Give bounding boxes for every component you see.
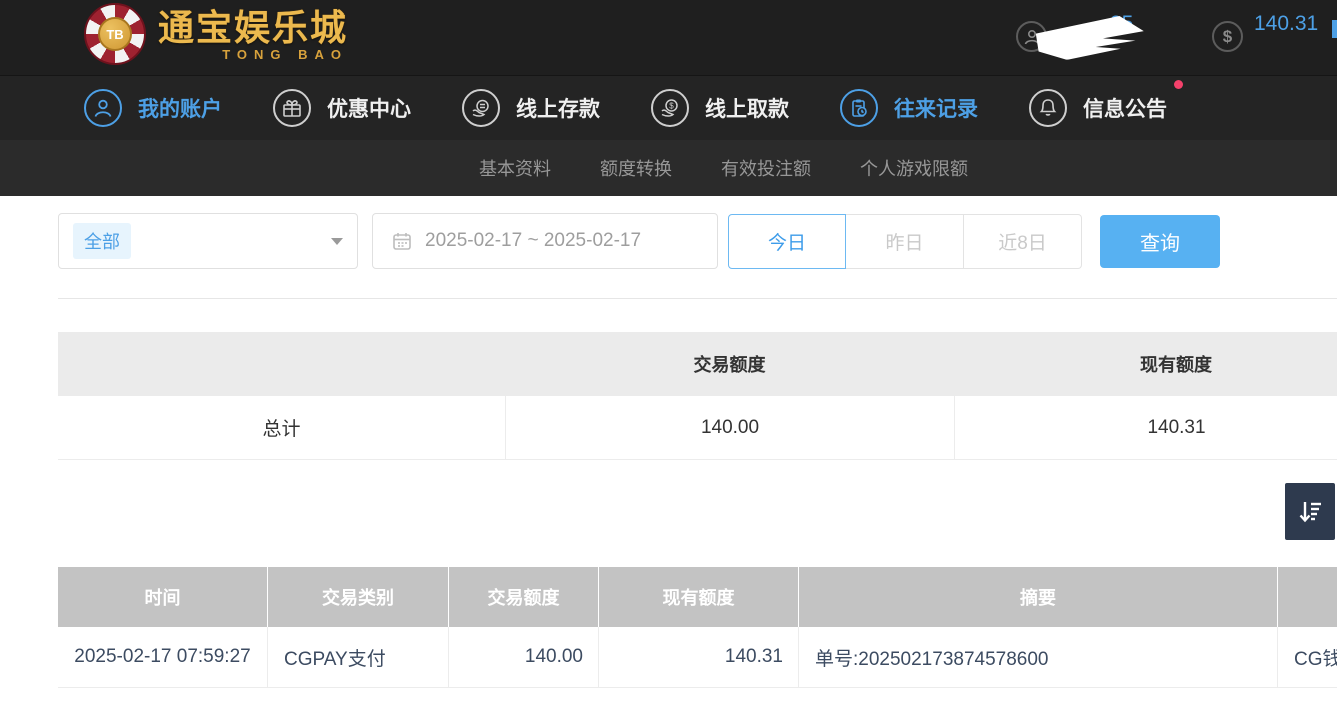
top-header: TB 通宝娱乐城 TONG BAO 25 $ 140.31 bbox=[0, 0, 1337, 75]
quick-range-group: 今日 昨日 近8日 bbox=[728, 214, 1082, 269]
chip-monogram: TB bbox=[98, 17, 132, 51]
th-summary: 摘要 bbox=[798, 567, 1277, 627]
bell-icon bbox=[1029, 89, 1067, 127]
clipboard-clock-icon bbox=[840, 89, 878, 127]
transactions-table: 时间 交易类别 交易额度 现有额度 摘要 备注 2025-02-17 07:59… bbox=[58, 567, 1337, 688]
cell-time: 2025-02-17 07:59:27 bbox=[58, 627, 267, 687]
summary-total-label: 总计 bbox=[58, 396, 505, 459]
cell-summary: 单号:202502173874578600 bbox=[798, 627, 1277, 687]
person-icon bbox=[84, 89, 122, 127]
redaction-scribble bbox=[1035, 15, 1144, 61]
summary-table: 交易额度 现有额度 总计 140.00 140.31 bbox=[58, 332, 1337, 460]
calendar-icon bbox=[391, 230, 413, 252]
nav-item-my-account[interactable]: 我的账户 bbox=[84, 89, 222, 127]
account-subnav: 基本资料 额度转换 有效投注额 个人游戏限额 bbox=[0, 140, 1337, 196]
th-current-amount: 现有额度 bbox=[598, 567, 798, 627]
sort-descending-icon bbox=[1296, 498, 1324, 526]
clipped-text-fragment bbox=[1332, 20, 1337, 38]
chevron-down-icon bbox=[331, 238, 343, 245]
subnav-item-credit-transfer[interactable]: 额度转换 bbox=[600, 155, 672, 181]
cell-trade-amount: 140.00 bbox=[448, 627, 598, 687]
cell-type: CGPAY支付 bbox=[267, 627, 448, 687]
subnav-item-valid-bets[interactable]: 有效投注额 bbox=[721, 155, 811, 181]
summary-header-current-amount: 现有额度 bbox=[954, 332, 1337, 396]
main-navbar: 我的账户 优惠中心 线上存款 bbox=[0, 75, 1337, 140]
nav-item-promotions[interactable]: 优惠中心 bbox=[273, 89, 411, 127]
svg-text:$: $ bbox=[669, 101, 674, 110]
date-range-value: 2025-02-17 ~ 2025-02-17 bbox=[425, 230, 641, 252]
transaction-type-select[interactable]: 全部 bbox=[58, 213, 358, 269]
site-title: 通宝娱乐城 bbox=[158, 8, 348, 48]
nav-item-online-withdraw[interactable]: $ 线上取款 bbox=[651, 89, 789, 127]
summary-total-row: 总计 140.00 140.31 bbox=[58, 396, 1337, 460]
logo-text: 通宝娱乐城 TONG BAO bbox=[158, 8, 348, 61]
range-button-today[interactable]: 今日 bbox=[728, 214, 846, 269]
nav-label: 线上取款 bbox=[705, 93, 789, 123]
th-time: 时间 bbox=[58, 567, 267, 627]
subnav-item-basic-info[interactable]: 基本资料 bbox=[479, 155, 551, 181]
poker-chip-icon: TB bbox=[84, 3, 146, 65]
range-button-yesterday[interactable]: 昨日 bbox=[846, 214, 964, 269]
nav-item-online-deposit[interactable]: 线上存款 bbox=[462, 89, 600, 127]
date-range-input[interactable]: 2025-02-17 ~ 2025-02-17 bbox=[372, 213, 718, 269]
th-trade-amount: 交易额度 bbox=[448, 567, 598, 627]
transactions-table-header: 时间 交易类别 交易额度 现有额度 摘要 备注 bbox=[58, 567, 1337, 627]
query-button[interactable]: 查询 bbox=[1100, 215, 1220, 268]
summary-header-trade-amount: 交易额度 bbox=[505, 332, 954, 396]
summary-table-header: 交易额度 现有额度 bbox=[58, 332, 1337, 396]
nav-label: 我的账户 bbox=[138, 93, 222, 123]
withdraw-dollar-hand-icon: $ bbox=[651, 89, 689, 127]
th-type: 交易类别 bbox=[267, 567, 448, 627]
site-logo[interactable]: TB 通宝娱乐城 TONG BAO bbox=[84, 3, 348, 65]
gift-icon bbox=[273, 89, 311, 127]
site-subtitle: TONG BAO bbox=[158, 48, 348, 61]
page: TB 通宝娱乐城 TONG BAO 25 $ 140.31 我的账户 bbox=[0, 0, 1337, 707]
nav-label: 优惠中心 bbox=[327, 93, 411, 123]
section-divider bbox=[58, 298, 1337, 299]
subnav-item-game-limits[interactable]: 个人游戏限额 bbox=[860, 155, 968, 181]
table-row: 2025-02-17 07:59:27 CGPAY支付 140.00 140.3… bbox=[58, 627, 1337, 688]
summary-header-empty bbox=[58, 332, 505, 396]
balance-amount[interactable]: 140.31 bbox=[1254, 12, 1318, 36]
nav-item-transaction-records[interactable]: 往来记录 bbox=[840, 89, 978, 127]
cell-current-amount: 140.31 bbox=[598, 627, 798, 687]
th-remark: 备注 bbox=[1277, 567, 1337, 627]
cell-remark: CG钱包 bbox=[1277, 627, 1337, 687]
selected-type-chip: 全部 bbox=[73, 223, 131, 259]
sort-descending-button[interactable] bbox=[1285, 483, 1335, 540]
summary-current-amount: 140.31 bbox=[954, 396, 1337, 459]
summary-trade-amount: 140.00 bbox=[505, 396, 954, 459]
notification-dot bbox=[1174, 80, 1183, 89]
nav-item-announcements[interactable]: 信息公告 bbox=[1029, 89, 1167, 127]
range-button-last8days[interactable]: 近8日 bbox=[964, 214, 1082, 269]
nav-label: 线上存款 bbox=[516, 93, 600, 123]
nav-label: 信息公告 bbox=[1083, 93, 1167, 123]
nav-label: 往来记录 bbox=[894, 93, 978, 123]
dollar-balance-icon[interactable]: $ bbox=[1212, 21, 1243, 52]
deposit-coin-hand-icon bbox=[462, 89, 500, 127]
